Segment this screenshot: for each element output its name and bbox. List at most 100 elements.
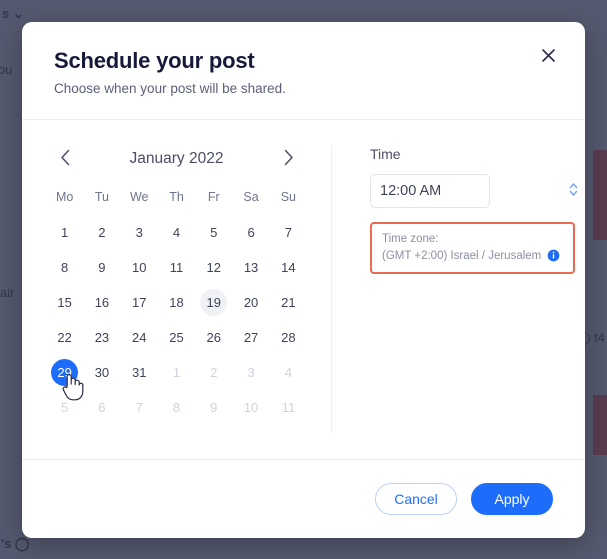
calendar-cell: 6 bbox=[232, 218, 269, 247]
calendar-weekday-header: Mo bbox=[55, 190, 74, 204]
background-text-fragment: air bbox=[0, 285, 15, 300]
time-input-wrapper[interactable] bbox=[370, 174, 578, 208]
calendar-day-28[interactable]: 28 bbox=[275, 324, 302, 351]
calendar-day-3: 3 bbox=[247, 365, 255, 380]
calendar-day-26[interactable]: 26 bbox=[200, 324, 227, 351]
calendar-day-15[interactable]: 15 bbox=[51, 289, 78, 316]
calendar-weekday-header: Fr bbox=[207, 190, 220, 204]
calendar-cell: 7 bbox=[121, 393, 158, 422]
calendar-cell: 9 bbox=[83, 253, 120, 282]
calendar-cell: 18 bbox=[158, 288, 195, 317]
stepper-up-down-icon bbox=[568, 181, 579, 201]
chevron-right-icon bbox=[283, 149, 294, 169]
calendar-day-4[interactable]: 4 bbox=[163, 219, 190, 246]
calendar-day-27[interactable]: 27 bbox=[238, 324, 265, 351]
calendar-day-5[interactable]: 5 bbox=[200, 219, 227, 246]
calendar-cell: 3 bbox=[232, 358, 269, 387]
calendar-cell: 27 bbox=[232, 323, 269, 352]
calendar-weekday-header: Tu bbox=[94, 190, 109, 204]
calendar-day-19[interactable]: 19 bbox=[200, 289, 228, 316]
timezone-box: Time zone: (GMT +2:00) Israel / Jerusale… bbox=[370, 222, 575, 274]
calendar-day-8[interactable]: 8 bbox=[51, 254, 78, 281]
calendar-day-20[interactable]: 20 bbox=[238, 289, 265, 316]
calendar-day-16[interactable]: 16 bbox=[88, 289, 115, 316]
calendar-day-2[interactable]: 2 bbox=[88, 219, 115, 246]
calendar-cell: 4 bbox=[270, 358, 307, 387]
close-button[interactable] bbox=[533, 40, 563, 70]
timezone-label: Time zone: bbox=[382, 233, 439, 245]
next-month-button[interactable] bbox=[275, 146, 301, 172]
calendar-day-18[interactable]: 18 bbox=[163, 289, 190, 316]
previous-month-button[interactable] bbox=[52, 146, 78, 172]
time-panel: Time Time zone: (GMT +2:00) Israel / Jer… bbox=[332, 120, 585, 459]
calendar-navigation: January 2022 bbox=[46, 146, 307, 172]
calendar-panel: January 2022 Mo Tu We Th Fr Sa Su 1 2 3 4 5 6 7 8 9 10 11… bbox=[22, 120, 331, 459]
calendar-day-10[interactable]: 10 bbox=[126, 254, 153, 281]
calendar-day-25[interactable]: 25 bbox=[163, 324, 190, 351]
calendar-day-12[interactable]: 12 bbox=[200, 254, 227, 281]
calendar-cell: 7 bbox=[270, 218, 307, 247]
background-decoration bbox=[593, 395, 607, 455]
calendar-day-24[interactable]: 24 bbox=[126, 324, 153, 351]
apply-button[interactable]: Apply bbox=[471, 483, 553, 515]
calendar-cell: 8 bbox=[158, 393, 195, 422]
calendar-day-2: 2 bbox=[210, 365, 218, 380]
calendar-day-30[interactable]: 30 bbox=[88, 359, 115, 386]
time-field-label: Time bbox=[370, 146, 401, 162]
calendar-day-7[interactable]: 7 bbox=[275, 219, 302, 246]
calendar-day-11[interactable]: 11 bbox=[163, 254, 190, 281]
calendar-cell: 11 bbox=[270, 393, 307, 422]
calendar-cell: 10 bbox=[232, 393, 269, 422]
calendar-day-1: 1 bbox=[172, 365, 181, 380]
calendar-cell: 23 bbox=[83, 323, 120, 352]
calendar-day-10: 10 bbox=[243, 400, 259, 415]
calendar-cell: 9 bbox=[195, 393, 232, 422]
calendar-day-3[interactable]: 3 bbox=[126, 219, 153, 246]
calendar-cell: 21 bbox=[270, 288, 307, 317]
calendar-cell: 4 bbox=[158, 218, 195, 247]
calendar-day-9[interactable]: 9 bbox=[88, 254, 115, 281]
calendar-cell: 1 bbox=[158, 358, 195, 387]
calendar-day-1[interactable]: 1 bbox=[51, 219, 78, 246]
calendar-day-29[interactable]: 29 bbox=[51, 359, 79, 386]
calendar-day-17[interactable]: 17 bbox=[126, 289, 153, 316]
calendar-cell: 25 bbox=[158, 323, 195, 352]
calendar-day-14[interactable]: 14 bbox=[275, 254, 302, 281]
calendar-cell: 12 bbox=[195, 253, 232, 282]
calendar-cell: 20 bbox=[232, 288, 269, 317]
calendar-day-22[interactable]: 22 bbox=[51, 324, 78, 351]
close-icon bbox=[541, 48, 556, 63]
background-decoration bbox=[593, 150, 607, 240]
calendar-cell: 28 bbox=[270, 323, 307, 352]
calendar-weekday-header: Th bbox=[169, 190, 184, 204]
dialog-body: January 2022 Mo Tu We Th Fr Sa Su 1 2 3 4 5 6 7 8 9 10 11… bbox=[22, 120, 585, 459]
time-input[interactable] bbox=[380, 183, 567, 199]
calendar-weekday-header: We bbox=[129, 190, 149, 204]
dialog-header: Schedule your post Choose when your post… bbox=[22, 22, 585, 119]
calendar-day-7: 7 bbox=[135, 400, 143, 415]
calendar-weekday-header: Sa bbox=[243, 190, 259, 204]
calendar-day-4: 4 bbox=[284, 365, 292, 380]
calendar-cell: 10 bbox=[121, 253, 158, 282]
calendar-cell: 3 bbox=[121, 218, 158, 247]
calendar-cell: 31 bbox=[121, 358, 158, 387]
cancel-button[interactable]: Cancel bbox=[375, 483, 457, 515]
calendar-day-21[interactable]: 21 bbox=[275, 289, 302, 316]
timezone-value-row: (GMT +2:00) Israel / Jerusalem bbox=[382, 249, 563, 262]
background-text-fragment: s ⌄ bbox=[2, 6, 24, 21]
calendar-cell: 17 bbox=[121, 288, 158, 317]
calendar-cell: 26 bbox=[195, 323, 232, 352]
calendar-cell: 2 bbox=[195, 358, 232, 387]
calendar-day-13[interactable]: 13 bbox=[238, 254, 265, 281]
calendar-day-23[interactable]: 23 bbox=[88, 324, 115, 351]
calendar-day-5: 5 bbox=[61, 400, 69, 415]
calendar-cell: 8 bbox=[46, 253, 83, 282]
info-circle-icon[interactable] bbox=[547, 249, 560, 262]
calendar-day-31[interactable]: 31 bbox=[126, 359, 153, 386]
time-stepper[interactable] bbox=[567, 181, 580, 201]
calendar-cell: 16 bbox=[83, 288, 120, 317]
calendar-day-6[interactable]: 6 bbox=[238, 219, 265, 246]
calendar-cell: 5 bbox=[195, 218, 232, 247]
calendar-cell: 11 bbox=[158, 253, 195, 282]
calendar-day-9: 9 bbox=[210, 400, 218, 415]
